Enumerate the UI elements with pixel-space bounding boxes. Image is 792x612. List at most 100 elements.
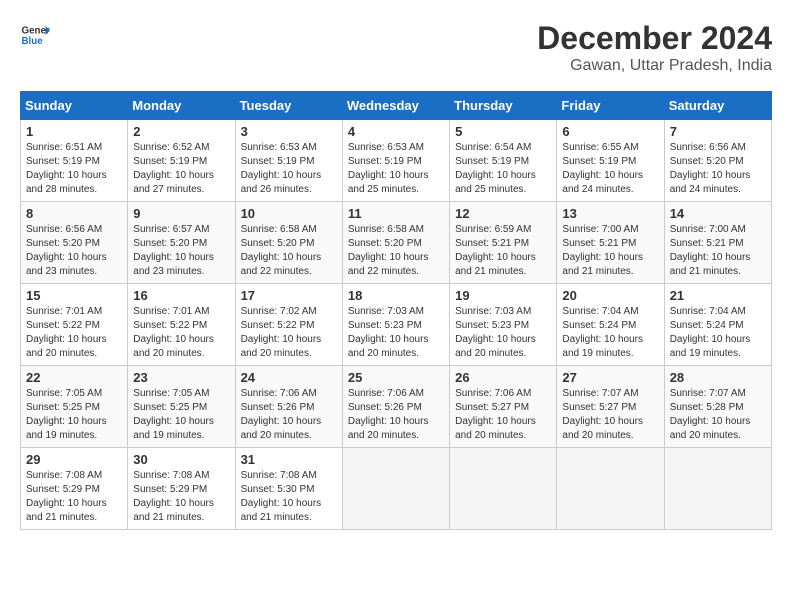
day-number: 19 [455,288,551,303]
cell-info: Sunrise: 7:00 AMSunset: 5:21 PMDaylight:… [562,224,643,277]
day-number: 2 [133,124,229,139]
calendar-cell: 20Sunrise: 7:04 AMSunset: 5:24 PMDayligh… [557,284,664,366]
cell-info: Sunrise: 7:08 AMSunset: 5:29 PMDaylight:… [133,470,214,523]
cell-info: Sunrise: 7:02 AMSunset: 5:22 PMDaylight:… [241,306,322,359]
calendar-cell: 18 Sunrise: 7:03 AMSunset: 5:23 PMDayligh… [342,284,449,366]
cell-info: Sunrise: 7:03 AMSunset: 5:23 PMDaylight:… [348,306,429,359]
calendar-cell: 13 Sunrise: 7:00 AMSunset: 5:21 PMDayligh… [557,202,664,284]
calendar-week-2: 8 Sunrise: 6:56 AMSunset: 5:20 PMDaylight… [21,202,772,284]
day-number: 22 [26,370,122,385]
calendar-cell: 9 Sunrise: 6:57 AMSunset: 5:20 PMDaylight… [128,202,235,284]
calendar-cell: 23 Sunrise: 7:05 AMSunset: 5:25 PMDayligh… [128,366,235,448]
day-number: 28 [670,370,766,385]
day-number: 1 [26,124,122,139]
cell-info: Sunrise: 6:59 AMSunset: 5:21 PMDaylight:… [455,224,536,277]
day-number: 23 [133,370,229,385]
day-number: 18 [348,288,444,303]
calendar-body: 1Sunrise: 6:51 AMSunset: 5:19 PMDaylight… [21,120,772,530]
logo-icon: General Blue [20,20,50,50]
calendar-cell: 11 Sunrise: 6:58 AMSunset: 5:20 PMDayligh… [342,202,449,284]
calendar-cell: 21Sunrise: 7:04 AMSunset: 5:24 PMDayligh… [664,284,771,366]
cell-info: Sunrise: 6:55 AMSunset: 5:19 PMDaylight:… [562,142,643,195]
cell-info: Sunrise: 6:52 AMSunset: 5:19 PMDaylight:… [133,142,214,195]
calendar-cell: 14Sunrise: 7:00 AMSunset: 5:21 PMDayligh… [664,202,771,284]
calendar-cell: 28 Sunrise: 7:07 AMSunset: 5:28 PMDayligh… [664,366,771,448]
header-thursday: Thursday [450,92,557,120]
calendar-cell [664,448,771,530]
cell-info: Sunrise: 7:05 AMSunset: 5:25 PMDaylight:… [133,388,214,441]
cell-info: Sunrise: 7:06 AMSunset: 5:26 PMDaylight:… [348,388,429,441]
calendar-cell: 30 Sunrise: 7:08 AMSunset: 5:29 PMDayligh… [128,448,235,530]
calendar-cell: 5 Sunrise: 6:54 AMSunset: 5:19 PMDaylight… [450,120,557,202]
cell-info: Sunrise: 6:56 AMSunset: 5:20 PMDaylight:… [26,224,107,277]
month-title: December 2024 [537,20,772,57]
calendar-cell: 16 Sunrise: 7:01 AMSunset: 5:22 PMDayligh… [128,284,235,366]
calendar-cell: 3 Sunrise: 6:53 AMSunset: 5:19 PMDaylight… [235,120,342,202]
cell-info: Sunrise: 6:56 AMSunset: 5:20 PMDaylight:… [670,142,751,195]
calendar-cell [557,448,664,530]
calendar-cell: 19 Sunrise: 7:03 AMSunset: 5:23 PMDayligh… [450,284,557,366]
calendar-cell: 4Sunrise: 6:53 AMSunset: 5:19 PMDaylight… [342,120,449,202]
calendar-cell: 2 Sunrise: 6:52 AMSunset: 5:19 PMDaylight… [128,120,235,202]
cell-info: Sunrise: 6:53 AMSunset: 5:19 PMDaylight:… [241,142,322,195]
calendar-cell: 1Sunrise: 6:51 AMSunset: 5:19 PMDaylight… [21,120,128,202]
cell-info: Sunrise: 6:58 AMSunset: 5:20 PMDaylight:… [348,224,429,277]
cell-info: Sunrise: 7:04 AMSunset: 5:24 PMDaylight:… [562,306,643,359]
calendar-cell: 17 Sunrise: 7:02 AMSunset: 5:22 PMDayligh… [235,284,342,366]
calendar-cell: 22Sunrise: 7:05 AMSunset: 5:25 PMDayligh… [21,366,128,448]
day-number: 29 [26,452,122,467]
calendar-cell: 12 Sunrise: 6:59 AMSunset: 5:21 PMDayligh… [450,202,557,284]
cell-info: Sunrise: 7:08 AMSunset: 5:29 PMDaylight:… [26,470,107,523]
header-wednesday: Wednesday [342,92,449,120]
calendar-cell [342,448,449,530]
day-number: 9 [133,206,229,221]
day-number: 27 [562,370,658,385]
header-friday: Friday [557,92,664,120]
calendar-week-5: 29 Sunrise: 7:08 AMSunset: 5:29 PMDayligh… [21,448,772,530]
calendar-cell: 10 Sunrise: 6:58 AMSunset: 5:20 PMDayligh… [235,202,342,284]
cell-info: Sunrise: 7:06 AMSunset: 5:26 PMDaylight:… [241,388,322,441]
day-number: 16 [133,288,229,303]
page-header: General Blue December 2024 Gawan, Uttar … [20,20,772,75]
day-number: 15 [26,288,122,303]
cell-info: Sunrise: 7:07 AMSunset: 5:28 PMDaylight:… [670,388,751,441]
day-number: 12 [455,206,551,221]
location-title: Gawan, Uttar Pradesh, India [537,57,772,75]
day-number: 17 [241,288,337,303]
day-number: 11 [348,206,444,221]
cell-info: Sunrise: 6:58 AMSunset: 5:20 PMDaylight:… [241,224,322,277]
calendar-cell: 6 Sunrise: 6:55 AMSunset: 5:19 PMDaylight… [557,120,664,202]
calendar-cell: 29 Sunrise: 7:08 AMSunset: 5:29 PMDayligh… [21,448,128,530]
day-number: 30 [133,452,229,467]
day-number: 26 [455,370,551,385]
cell-info: Sunrise: 6:54 AMSunset: 5:19 PMDaylight:… [455,142,536,195]
day-number: 5 [455,124,551,139]
calendar-cell: 7 Sunrise: 6:56 AMSunset: 5:20 PMDaylight… [664,120,771,202]
day-number: 25 [348,370,444,385]
logo: General Blue [20,20,50,50]
calendar-week-1: 1Sunrise: 6:51 AMSunset: 5:19 PMDaylight… [21,120,772,202]
day-number: 31 [241,452,337,467]
header-saturday: Saturday [664,92,771,120]
calendar-cell: 25 Sunrise: 7:06 AMSunset: 5:26 PMDayligh… [342,366,449,448]
calendar-cell: 26Sunrise: 7:06 AMSunset: 5:27 PMDayligh… [450,366,557,448]
calendar-table: SundayMondayTuesdayWednesdayThursdayFrid… [20,91,772,530]
day-number: 8 [26,206,122,221]
title-area: December 2024 Gawan, Uttar Pradesh, Indi… [537,20,772,75]
cell-info: Sunrise: 7:07 AMSunset: 5:27 PMDaylight:… [562,388,643,441]
cell-info: Sunrise: 7:03 AMSunset: 5:23 PMDaylight:… [455,306,536,359]
calendar-cell: 31 Sunrise: 7:08 AMSunset: 5:30 PMDayligh… [235,448,342,530]
calendar-header-row: SundayMondayTuesdayWednesdayThursdayFrid… [21,92,772,120]
day-number: 3 [241,124,337,139]
day-number: 6 [562,124,658,139]
cell-info: Sunrise: 7:08 AMSunset: 5:30 PMDaylight:… [241,470,322,523]
calendar-week-4: 22 Sunrise: 7:05 AMSunset: 5:25 PMDayligh… [21,366,772,448]
header-sunday: Sunday [21,92,128,120]
cell-info: Sunrise: 7:01 AMSunset: 5:22 PMDaylight:… [26,306,107,359]
cell-info: Sunrise: 7:01 AMSunset: 5:22 PMDaylight:… [133,306,214,359]
cell-info: Sunrise: 6:57 AMSunset: 5:20 PMDaylight:… [133,224,214,277]
svg-text:Blue: Blue [22,36,44,47]
day-number: 10 [241,206,337,221]
day-number: 7 [670,124,766,139]
day-number: 13 [562,206,658,221]
